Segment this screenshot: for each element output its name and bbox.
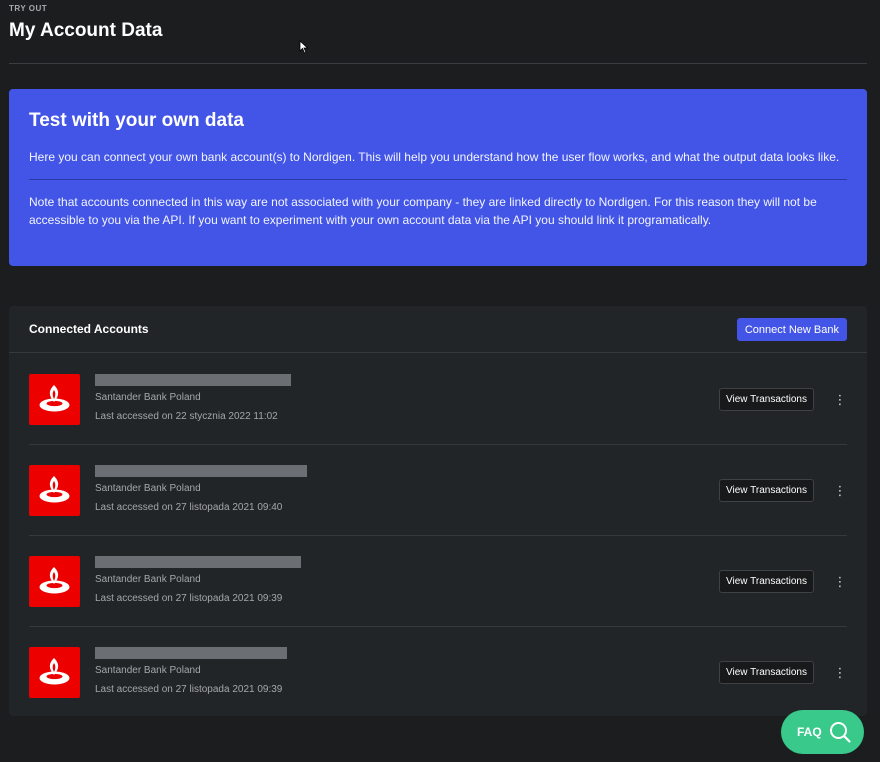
info-divider [29,179,847,180]
view-transactions-button[interactable]: View Transactions [719,570,814,593]
bank-name: Santander Bank Poland [95,483,201,494]
redacted-account-name [95,374,291,386]
kebab-menu-icon[interactable]: ⋮ [833,665,847,681]
page-eyebrow: TRY OUT [9,4,48,13]
santander-logo-icon [29,374,80,425]
faq-label: FAQ [797,725,822,739]
redacted-account-name [95,556,301,568]
bank-name: Santander Bank Poland [95,665,201,676]
page-title: My Account Data [9,20,163,41]
last-accessed: Last accessed on 27 listopada 2021 09:40 [95,502,283,513]
search-icon [830,722,851,743]
santander-logo-icon [29,647,80,698]
account-row: Santander Bank Poland Last accessed on 2… [29,445,847,536]
redacted-account-name [95,465,307,477]
info-note: Note that accounts connected in this way… [29,195,817,227]
header-divider [9,63,867,64]
account-row: Santander Bank Poland Last accessed on 2… [29,354,847,445]
kebab-menu-icon[interactable]: ⋮ [833,574,847,590]
view-transactions-button[interactable]: View Transactions [719,388,814,411]
mouse-pointer-icon [299,40,309,54]
redacted-account-name [95,647,287,659]
connected-accounts-panel: Connected Accounts Connect New Bank Sant… [9,306,867,716]
info-banner: Test with your own data Here you can con… [9,89,867,266]
info-title: Test with your own data [29,110,244,131]
view-transactions-button[interactable]: View Transactions [719,479,814,502]
account-row: Santander Bank Poland Last accessed on 2… [29,627,847,718]
kebab-menu-icon[interactable]: ⋮ [833,483,847,499]
accounts-title: Connected Accounts [29,322,149,336]
faq-button[interactable]: FAQ [781,710,864,754]
kebab-menu-icon[interactable]: ⋮ [833,392,847,408]
connect-new-bank-button[interactable]: Connect New Bank [736,318,847,341]
account-row: Santander Bank Poland Last accessed on 2… [29,536,847,627]
bank-name: Santander Bank Poland [95,392,201,403]
santander-logo-icon [29,465,80,516]
bank-name: Santander Bank Poland [95,574,201,585]
last-accessed: Last accessed on 27 listopada 2021 09:39 [95,593,283,604]
view-transactions-button[interactable]: View Transactions [719,661,814,684]
accounts-header: Connected Accounts Connect New Bank [9,306,867,353]
last-accessed: Last accessed on 27 listopada 2021 09:39 [95,684,283,695]
info-description: Here you can connect your own bank accou… [29,150,840,164]
santander-logo-icon [29,556,80,607]
last-accessed: Last accessed on 22 stycznia 2022 11:02 [95,411,278,422]
